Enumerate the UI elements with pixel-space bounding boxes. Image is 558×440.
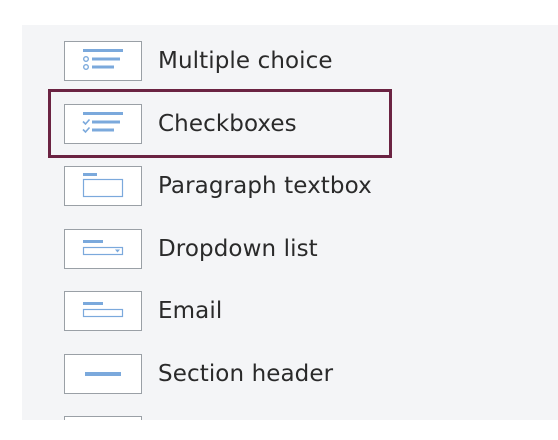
question-type-thumbnail [64,416,142,420]
question-type-label: Email [158,298,223,324]
dropdown-list-icon [64,229,142,269]
section-header-icon [64,354,142,394]
checkboxes-icon [64,103,142,144]
question-type-section-header[interactable]: Section header [64,352,404,396]
question-type-paragraph-textbox[interactable]: Paragraph textbox [64,164,404,208]
question-type-multiple-choice[interactable]: Multiple choice [64,39,404,83]
multiple-choice-icon [64,41,142,81]
question-type-label: Section header [158,361,334,387]
paragraph-textbox-icon [64,166,142,206]
question-type-label: Dropdown list [158,236,318,262]
email-icon [64,291,142,331]
question-type-list: Multiple choice Checkboxes Paragraph tex… [22,25,558,420]
question-type-next-partial[interactable] [64,414,404,420]
question-type-label: Checkboxes [158,110,297,137]
question-type-email[interactable]: Email [64,289,404,333]
question-type-label: Paragraph textbox [158,173,372,199]
question-type-dropdown-list[interactable]: Dropdown list [64,227,404,271]
question-type-checkboxes[interactable]: Checkboxes [48,89,392,158]
question-type-label: Multiple choice [158,48,333,74]
